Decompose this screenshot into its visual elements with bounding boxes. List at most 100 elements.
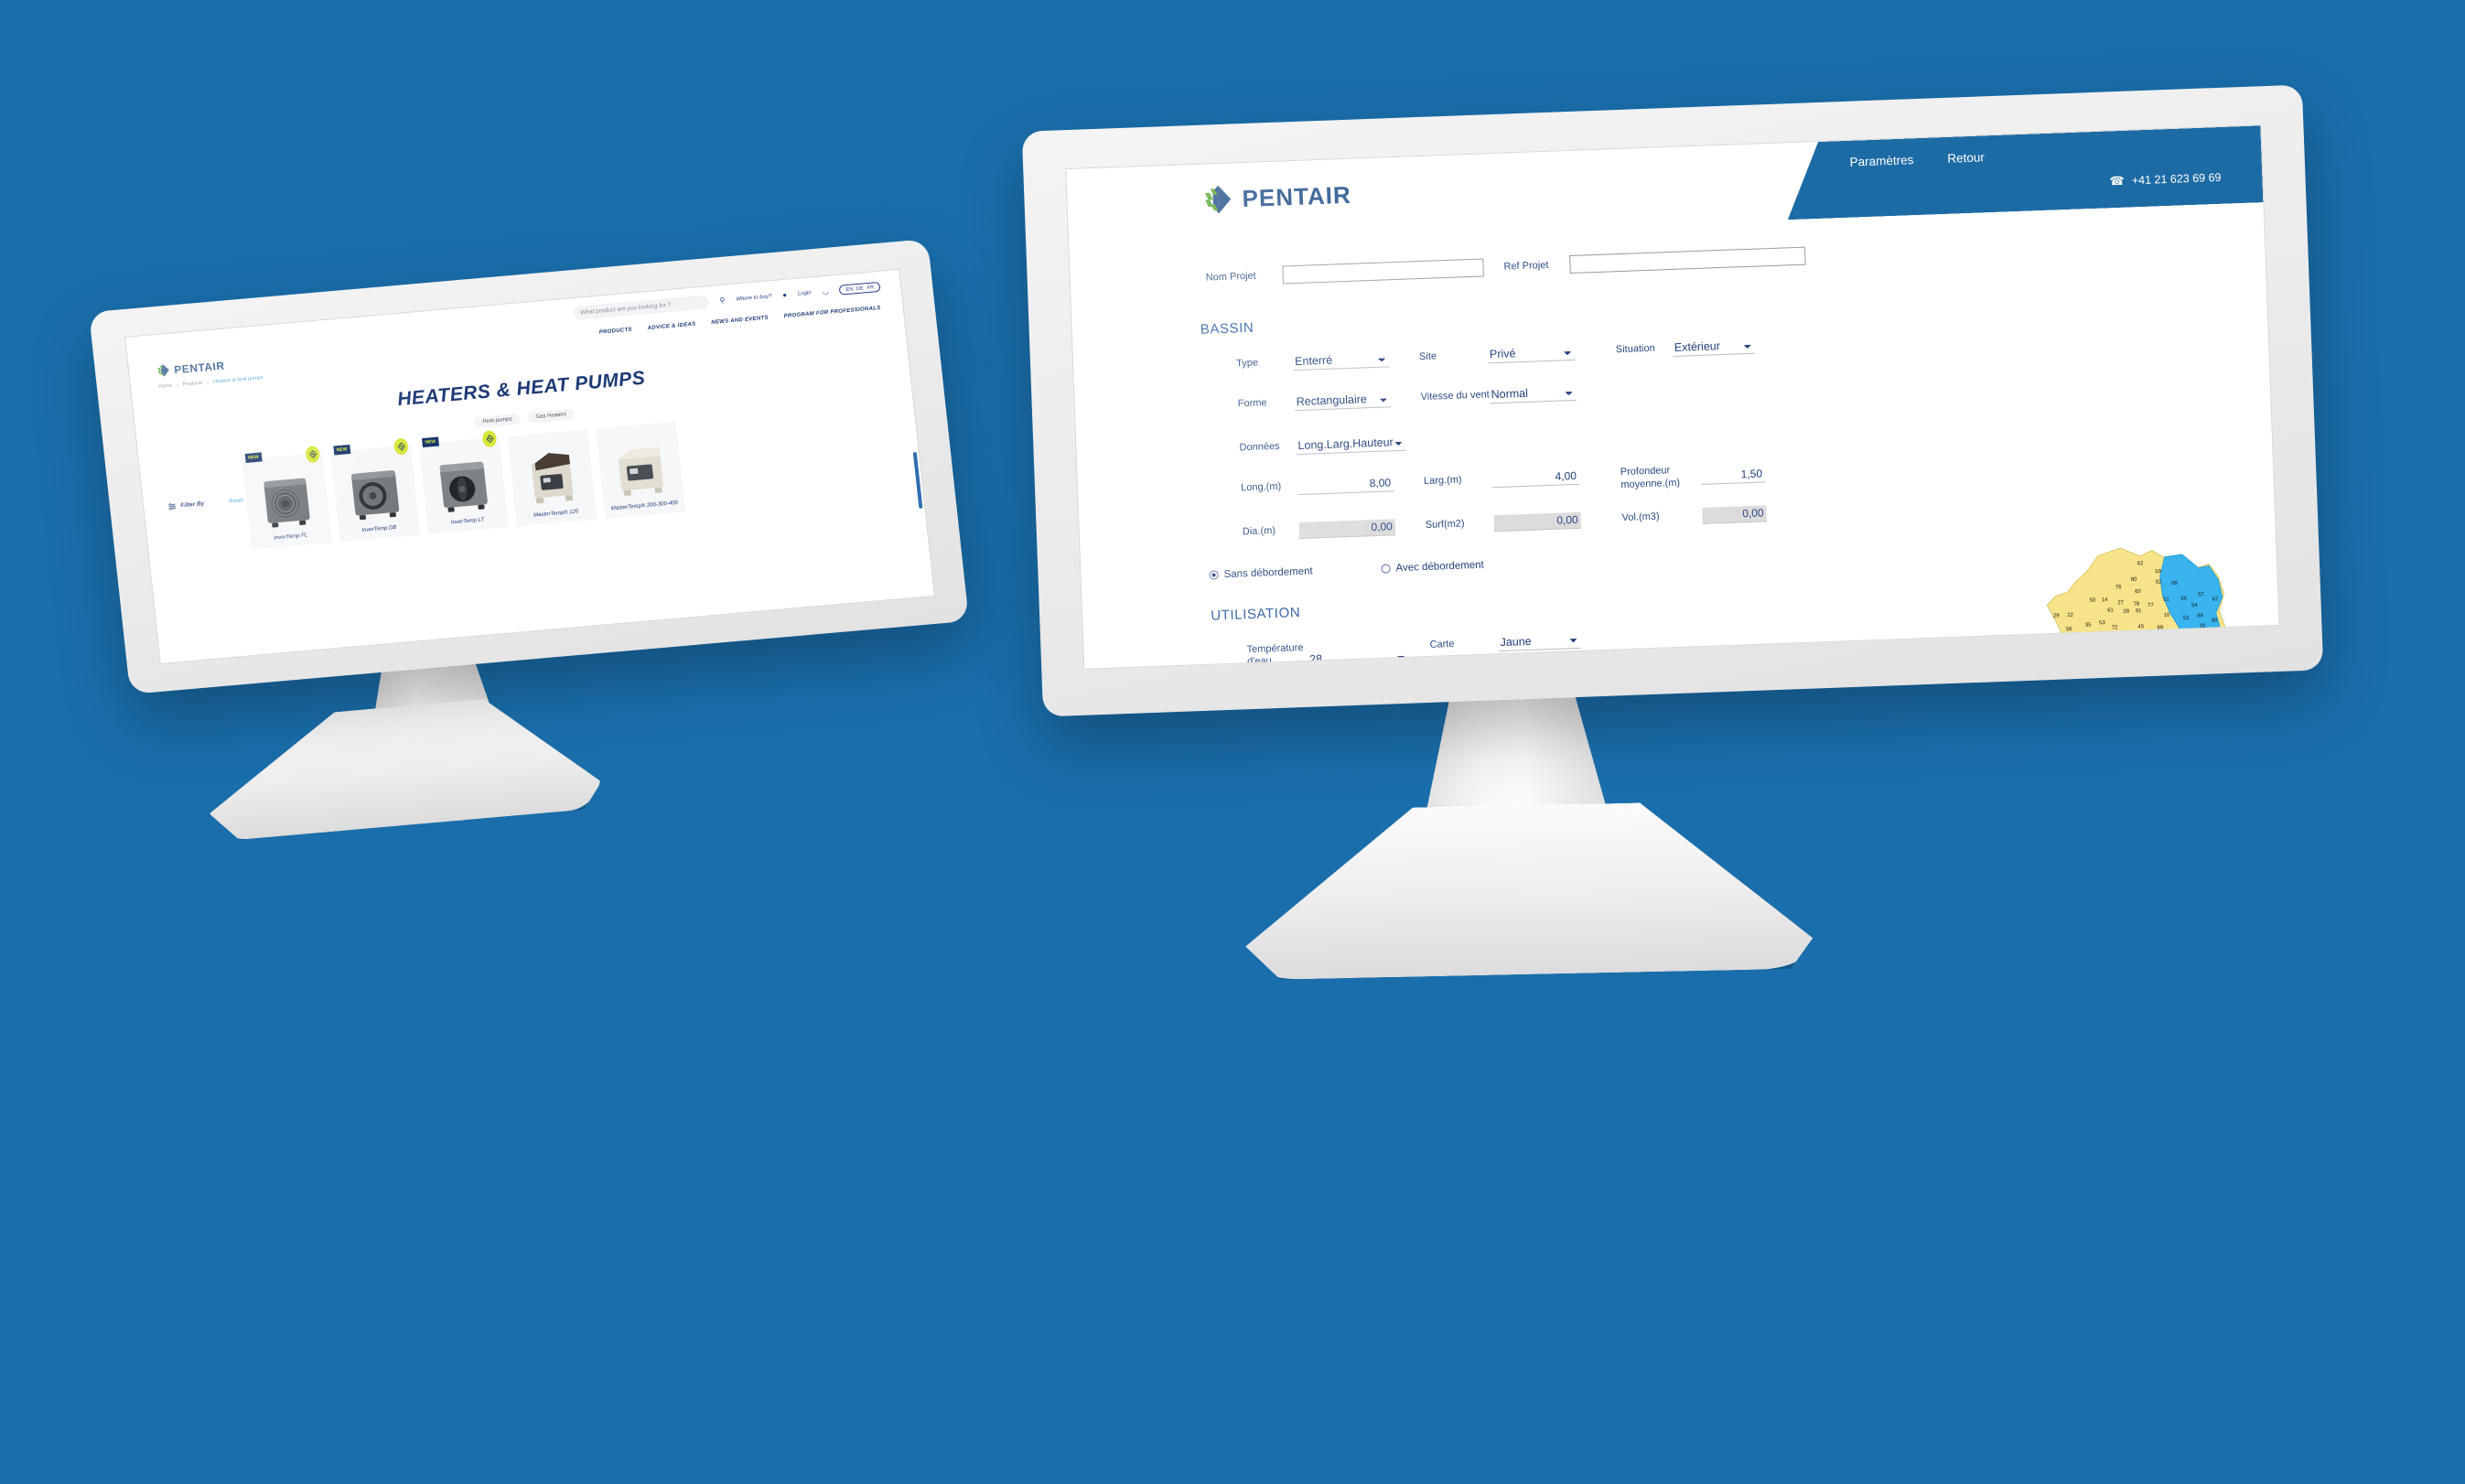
nav-parametres[interactable]: Paramètres bbox=[1849, 153, 1913, 169]
site-label: Site bbox=[1418, 350, 1437, 363]
product-image bbox=[331, 452, 418, 522]
svg-text:14: 14 bbox=[2102, 597, 2109, 603]
svg-text:02: 02 bbox=[2156, 579, 2162, 585]
svg-text:61: 61 bbox=[2107, 608, 2115, 613]
header-phone[interactable]: ☎ +41 21 623 69 69 bbox=[2109, 170, 2221, 188]
shop-logo[interactable]: PENTAIR bbox=[156, 359, 226, 378]
type-select[interactable]: Enterré bbox=[1292, 350, 1390, 371]
breadcrumb-products[interactable]: Products bbox=[182, 381, 202, 388]
product-card[interactable]: MasterTemp® 200-300-400 bbox=[595, 421, 686, 519]
svg-text:35: 35 bbox=[2085, 622, 2093, 628]
largeur-input[interactable] bbox=[1491, 468, 1580, 489]
phone-number: +41 21 623 69 69 bbox=[2131, 170, 2222, 188]
svg-text:59: 59 bbox=[2155, 569, 2162, 575]
svg-text:67: 67 bbox=[2212, 597, 2219, 602]
svg-text:76: 76 bbox=[2115, 585, 2123, 590]
field-forme: Forme Rectangulaire bbox=[1238, 390, 1422, 413]
product-image bbox=[242, 460, 329, 531]
field-profondeur: Profondeur moyenne.(m) bbox=[1620, 461, 1766, 491]
diametre-input bbox=[1298, 518, 1396, 539]
diametre-label: Dia.(m) bbox=[1242, 524, 1276, 537]
site-select[interactable]: Privé bbox=[1487, 343, 1576, 364]
product-card[interactable]: NEW bbox=[242, 445, 332, 550]
radio-icon-unselected bbox=[1381, 563, 1391, 574]
tab-gas-heaters[interactable]: Gas Heaters bbox=[526, 408, 576, 424]
user-icon[interactable]: ◡ bbox=[822, 287, 829, 296]
menu-program-professionals[interactable]: PROGRAM FOR PROFESSIONALS bbox=[783, 305, 880, 318]
lang-en[interactable]: EN bbox=[845, 286, 853, 293]
nav-retour[interactable]: Retour bbox=[1947, 150, 1985, 165]
svg-text:27: 27 bbox=[2117, 600, 2124, 606]
menu-advice-ideas[interactable]: ADVICE & IDEAS bbox=[647, 321, 695, 331]
left-monitor-screen: What product are you looking for ? ⚲ Whe… bbox=[124, 268, 935, 664]
header-nav: Paramètres Retour bbox=[1849, 150, 1985, 168]
field-volume: Vol.(m3) bbox=[1621, 504, 1767, 527]
radio-sans-debordement-label: Sans débordement bbox=[1223, 565, 1313, 580]
menu-products[interactable]: PRODUCTS bbox=[599, 327, 633, 335]
shop-content: Filter By Reset NEW InverTemp FL NEW Inv… bbox=[140, 401, 923, 558]
where-to-buy-label[interactable]: Where to buy? bbox=[736, 294, 772, 302]
nom-projet-input[interactable] bbox=[1282, 258, 1484, 285]
right-monitor-foot bbox=[1243, 800, 1814, 981]
svg-text:08: 08 bbox=[2171, 581, 2179, 586]
vitesse-vent-label: Vitesse du vent bbox=[1420, 389, 1490, 403]
breadcrumb-home[interactable]: Home bbox=[158, 383, 172, 390]
forme-select[interactable]: Rectangulaire bbox=[1294, 391, 1392, 412]
radio-avec-debordement[interactable]: Avec débordement bbox=[1381, 559, 1484, 574]
login-label[interactable]: Login bbox=[798, 290, 812, 296]
svg-text:57: 57 bbox=[2198, 592, 2204, 597]
forme-label: Forme bbox=[1237, 397, 1267, 410]
svg-text:22: 22 bbox=[2067, 613, 2073, 618]
menu-news-events[interactable]: NEWS AND EVENTS bbox=[711, 315, 769, 325]
carte-select[interactable]: Jaune bbox=[1498, 631, 1581, 651]
profondeur-input[interactable] bbox=[1700, 466, 1766, 485]
breadcrumb-current: Heaters & heat pumps bbox=[212, 374, 264, 385]
svg-text:51: 51 bbox=[2163, 597, 2170, 602]
svg-text:70: 70 bbox=[2199, 623, 2206, 629]
svg-text:50: 50 bbox=[2090, 597, 2097, 603]
svg-text:52: 52 bbox=[2183, 616, 2190, 621]
svg-text:88: 88 bbox=[2197, 613, 2204, 618]
lang-de[interactable]: DE bbox=[856, 285, 864, 292]
svg-text:56: 56 bbox=[2066, 627, 2073, 632]
new-badge: NEW bbox=[333, 445, 351, 456]
product-image bbox=[597, 429, 684, 500]
filter-header: Filter By Reset bbox=[167, 496, 247, 511]
product-name: InverTemp FL bbox=[274, 532, 308, 542]
pin-icon[interactable]: ● bbox=[782, 291, 788, 299]
field-diametre: Dia.(m) bbox=[1243, 517, 1426, 540]
product-image bbox=[420, 445, 507, 515]
svg-text:91: 91 bbox=[2136, 608, 2143, 614]
product-card[interactable]: NEW bbox=[418, 430, 510, 534]
svg-text:60: 60 bbox=[2135, 589, 2142, 595]
shop-logo-text: PENTAIR bbox=[173, 359, 226, 376]
filter-icon[interactable] bbox=[167, 502, 177, 511]
tab-heat-pumps[interactable]: Heat pumps bbox=[473, 413, 522, 428]
field-donnees: Données Long.Larg.Hauteur bbox=[1239, 434, 1406, 457]
pool-configurator-app: PENTAIR Paramètres Retour ☎ +41 21 623 6… bbox=[1066, 125, 2279, 670]
longueur-label: Long.(m) bbox=[1240, 480, 1282, 494]
situation-label: Situation bbox=[1615, 342, 1655, 356]
ref-projet-input[interactable] bbox=[1569, 246, 1806, 274]
type-label: Type bbox=[1235, 357, 1259, 370]
filter-sidebar: Filter By Reset bbox=[164, 459, 252, 556]
vitesse-vent-select[interactable]: Normal bbox=[1489, 383, 1577, 404]
filter-by-label: Filter By bbox=[180, 500, 205, 510]
situation-select[interactable]: Extérieur bbox=[1672, 337, 1756, 357]
donnees-select[interactable]: Long.Larg.Hauteur bbox=[1296, 434, 1406, 456]
product-card[interactable]: MasterTemp® 125 bbox=[507, 429, 597, 527]
svg-text:80: 80 bbox=[2131, 577, 2138, 583]
nom-projet-label: Nom Projet bbox=[1205, 270, 1256, 284]
radio-sans-debordement[interactable]: Sans débordement bbox=[1209, 563, 1381, 580]
reset-filters-link[interactable]: Reset bbox=[229, 498, 243, 504]
search-icon[interactable]: ⚲ bbox=[719, 296, 726, 305]
breadcrumb-sep-2: › bbox=[206, 380, 210, 386]
surface-input bbox=[1493, 511, 1582, 532]
longueur-input[interactable] bbox=[1297, 475, 1394, 496]
product-card[interactable]: NEW bbox=[329, 437, 421, 543]
header-banner: Paramètres Retour ☎ +41 21 623 69 69 bbox=[1785, 125, 2264, 220]
svg-text:89: 89 bbox=[2158, 625, 2165, 630]
product-name: InverTemp DB bbox=[361, 524, 397, 534]
lang-fr[interactable]: FR bbox=[867, 285, 874, 291]
pentair-logo-icon bbox=[1204, 185, 1232, 214]
